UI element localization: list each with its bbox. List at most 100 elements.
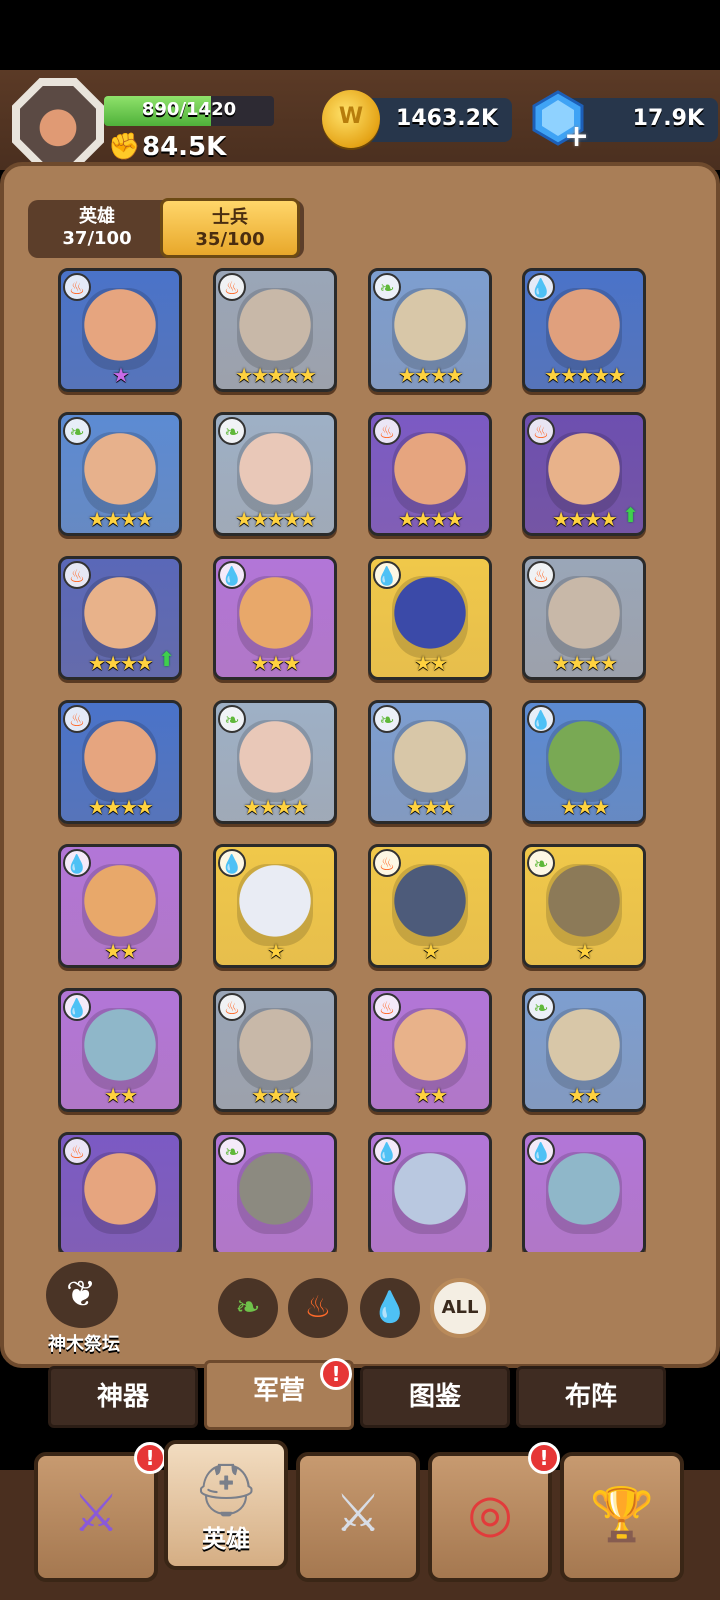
nav-challenge-badge: ! — [528, 1442, 560, 1474]
unit-card[interactable]: ♨ — [58, 1132, 182, 1252]
leaf-icon: ❧ — [527, 849, 555, 877]
unit-card[interactable]: 💧 ★★ — [58, 844, 182, 968]
unit-portrait — [546, 1007, 622, 1091]
unit-card[interactable]: 💧 ★★★ — [522, 700, 646, 824]
gem-value: 17.9K — [632, 106, 704, 131]
unit-card[interactable]: 💧 ★ — [213, 844, 337, 968]
water-drop-icon: 💧 — [218, 561, 246, 589]
unit-stars: ★★★★ — [552, 651, 618, 675]
unit-card[interactable]: ♨ ★★★★ — [58, 700, 182, 824]
unit-card[interactable]: ❧ ★ — [522, 844, 646, 968]
unit-stars: ★★ — [414, 651, 448, 675]
sword-banner-icon: ⚔ — [72, 1484, 120, 1544]
unit-grid: ♨ ★ ♨ ★★★★★ ❧ ★★★★ 💧 ★★★★★ ❧ ★★★★ ❧ ★★★★★ ♨ ★★★★ ♨ ★★★★… — [0, 268, 720, 1252]
nav-battle-button[interactable]: ⚔ — [296, 1452, 420, 1582]
unit-card[interactable]: ❧ ★★ — [522, 988, 646, 1112]
unit-portrait — [546, 575, 622, 659]
gold-counter[interactable]: 1463.2K — [360, 98, 512, 142]
filter-fire-button[interactable]: ♨ — [288, 1278, 348, 1338]
subtab-artifacts[interactable]: 神器 — [48, 1366, 198, 1428]
subtab-formation[interactable]: 布阵 — [516, 1366, 666, 1428]
xp-progress-bar: 890/1420 — [104, 96, 274, 126]
power-value: 84.5K — [142, 132, 227, 162]
unit-portrait — [392, 1007, 468, 1091]
filter-water-button[interactable]: 💧 — [360, 1278, 420, 1338]
filter-leaf-button[interactable]: ❧ — [218, 1278, 278, 1338]
unit-portrait — [392, 575, 468, 659]
unit-card[interactable]: ❧ ★★★ — [368, 700, 492, 824]
tab-heroes-label: 英雄 — [79, 206, 115, 227]
fire-icon: ♨ — [373, 849, 401, 877]
unit-card[interactable]: ♨ ★★★★ — [368, 412, 492, 536]
unit-card[interactable]: ♨ ★ — [368, 844, 492, 968]
tab-soldiers[interactable]: 士兵 35/100 — [160, 198, 300, 258]
fire-icon: ♨ — [373, 993, 401, 1021]
unit-card[interactable]: ❧ ★★★★ — [368, 268, 492, 392]
unit-card[interactable]: 💧 ★★ — [58, 988, 182, 1112]
subtab-codex[interactable]: 图鉴 — [360, 1366, 510, 1428]
unit-stars: ★★★★ — [243, 795, 309, 819]
unit-card[interactable]: 💧 — [522, 1132, 646, 1252]
unit-card[interactable]: ♨ ★★★★ ⬆ — [522, 412, 646, 536]
unit-card[interactable]: ❧ — [213, 1132, 337, 1252]
crossed-swords-icon: ⚔ — [334, 1484, 382, 1544]
water-drop-icon: 💧 — [63, 993, 91, 1021]
unit-portrait — [546, 863, 622, 947]
unit-portrait — [82, 575, 158, 659]
fire-icon: ♨ — [527, 561, 555, 589]
filter-all-button[interactable]: ALL — [430, 1278, 490, 1338]
unit-card[interactable]: 💧 ★★★★★ — [522, 268, 646, 392]
nav-heroes-button[interactable]: ⛑ 英雄 — [164, 1440, 288, 1570]
unit-card[interactable]: ♨ ★★★★ — [522, 556, 646, 680]
unit-portrait — [392, 719, 468, 803]
nav-quests-button[interactable]: ⚔ — [34, 1452, 158, 1582]
unit-card[interactable]: ❧ ★★★★ — [213, 700, 337, 824]
water-drop-icon: 💧 — [63, 849, 91, 877]
unit-stars: ★★ — [104, 1083, 138, 1107]
unit-portrait — [546, 719, 622, 803]
unit-stars: ★★★ — [406, 795, 456, 819]
leaf-icon: ❧ — [63, 417, 91, 445]
leaf-icon: ❧ — [218, 705, 246, 733]
nav-challenge-button[interactable]: ◎ — [428, 1452, 552, 1582]
leaf-icon: ❧ — [235, 1290, 261, 1325]
add-gems-icon[interactable]: + — [564, 122, 590, 152]
unit-portrait — [546, 287, 622, 371]
unit-portrait — [237, 287, 313, 371]
unit-stars: ★ — [267, 939, 285, 963]
unit-portrait — [392, 1151, 468, 1235]
water-drop-icon: 💧 — [527, 1137, 555, 1165]
water-drop-icon: 💧 — [527, 705, 555, 733]
unit-portrait — [237, 431, 313, 515]
unit-stars: ★★★ — [251, 651, 301, 675]
nav-trophy-button[interactable]: 🏆 — [560, 1452, 684, 1582]
unit-card[interactable]: ❧ ★★★★ — [58, 412, 182, 536]
unit-card[interactable]: ♨ ★ — [58, 268, 182, 392]
unit-portrait — [82, 1151, 158, 1235]
unit-card[interactable]: ♨ ★★★★ ⬆ — [58, 556, 182, 680]
unit-card[interactable]: 💧 — [368, 1132, 492, 1252]
unit-stars: ★★★ — [560, 795, 610, 819]
water-drop-icon: 💧 — [527, 273, 555, 301]
unit-portrait — [237, 719, 313, 803]
trophy-icon: 🏆 — [589, 1485, 655, 1545]
unit-card[interactable]: ♨ ★★★ — [213, 988, 337, 1112]
unit-card[interactable]: ♨ ★★ — [368, 988, 492, 1112]
unit-card[interactable]: 💧 ★★ — [368, 556, 492, 680]
unit-card[interactable]: ❧ ★★★★★ — [213, 412, 337, 536]
unit-stars: ★★ — [414, 1083, 448, 1107]
unit-portrait — [82, 431, 158, 515]
fist-icon: ✊ — [108, 132, 141, 162]
leaf-icon: ❧ — [373, 705, 401, 733]
target-icon: ◎ — [467, 1484, 513, 1544]
unit-portrait — [237, 575, 313, 659]
unit-card[interactable]: ♨ ★★★★★ — [213, 268, 337, 392]
unit-portrait — [237, 863, 313, 947]
viking-helmet-icon: ⛑ — [192, 1461, 259, 1521]
unit-stars: ★★★★ — [398, 363, 464, 387]
unit-stars: ★★★★★ — [235, 507, 317, 531]
fire-icon: ♨ — [63, 273, 91, 301]
unit-card[interactable]: 💧 ★★★ — [213, 556, 337, 680]
fire-icon: ♨ — [218, 993, 246, 1021]
tab-heroes[interactable]: 英雄 37/100 — [28, 200, 166, 258]
